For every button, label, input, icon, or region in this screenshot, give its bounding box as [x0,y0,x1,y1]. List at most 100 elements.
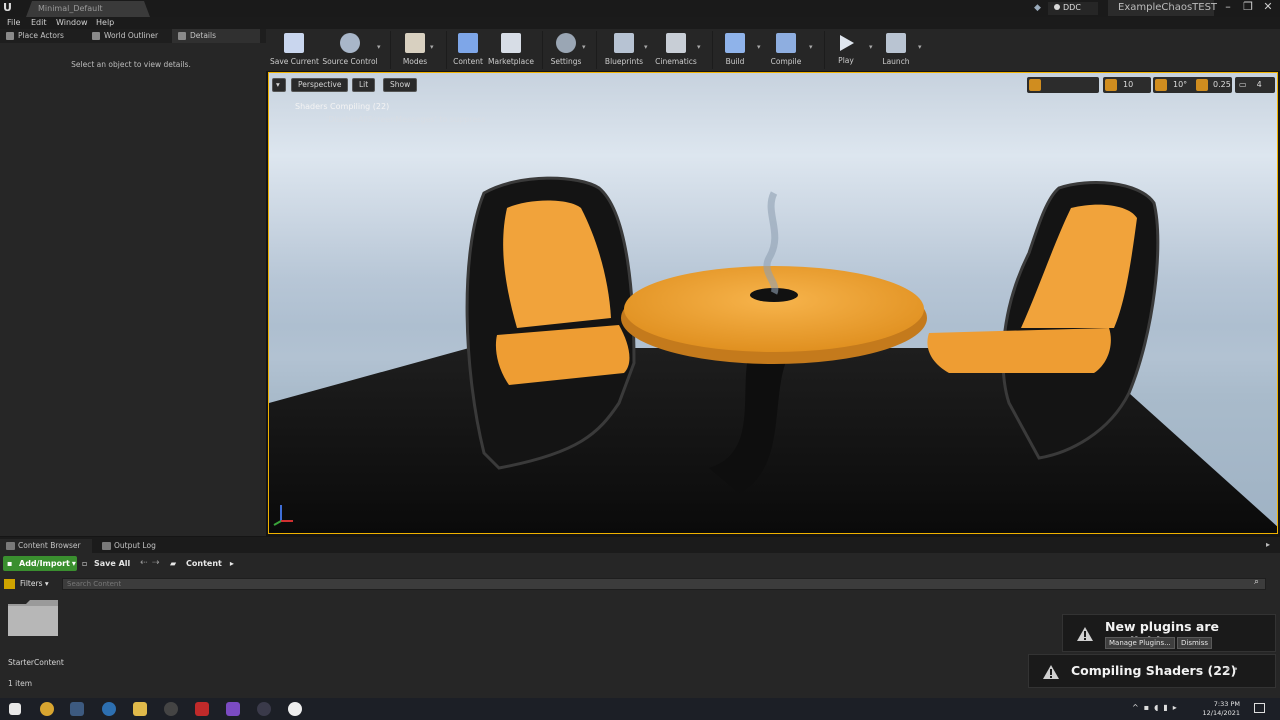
tab-details[interactable]: Details [172,29,260,43]
settings-button[interactable]: Settings [548,31,584,69]
camera-speed[interactable]: ▭ 4 [1235,77,1275,93]
build-button[interactable]: Build [718,31,752,69]
source-control-icon [340,33,360,53]
toolbar-label: Save Current [270,57,319,66]
play-dropdown-icon[interactable]: ▾ [869,43,873,51]
ddc-status[interactable]: DDC [1048,2,1098,15]
content-button[interactable]: Content [450,31,486,69]
save-all-button[interactable]: ▫ Save All [82,556,130,571]
perspective-button[interactable]: Perspective [291,78,349,92]
level-viewport[interactable]: ▾ Perspective Lit Show Shaders Compiling… [268,72,1278,534]
toolbar-label: Source Control [322,57,378,66]
camera-speed-value: 4 [1256,80,1262,89]
shader-compile-message: Shaders Compiling (22) [295,102,390,111]
tab-content-browser[interactable]: Content Browser [0,539,92,553]
cinematics-button[interactable]: Cinematics [654,31,698,69]
breadcrumb-content: Content [186,559,222,568]
unreal-engine-icon[interactable] [288,702,302,716]
filters-button[interactable]: Filters ▾ [4,577,49,590]
compile-button[interactable]: Compile [768,31,804,69]
search-input[interactable]: Search Content [62,578,1266,590]
app-icon[interactable] [195,702,209,716]
close-button[interactable]: ✕ [1260,0,1276,14]
source-control-dropdown-icon[interactable]: ▾ [377,43,381,51]
panel-options-icon[interactable]: ▸ [1266,540,1270,549]
settings-dropdown-icon[interactable]: ▾ [582,43,586,51]
folder-name: StarterContent [8,658,64,667]
obs-icon[interactable] [164,702,178,716]
view-mode-label: Lit [359,80,369,89]
app-icon[interactable] [102,702,116,716]
clock-time: 7:33 PM [1213,700,1240,708]
launch-dropdown-icon[interactable]: ▾ [918,43,922,51]
compile-dropdown-icon[interactable]: ▾ [809,43,813,51]
app-icon[interactable] [257,702,271,716]
modes-button[interactable]: Modes [396,31,434,69]
folder-item[interactable] [8,600,58,636]
document-tab[interactable]: Minimal_Default [26,1,150,17]
launch-button[interactable]: Launch [878,31,914,69]
play-button[interactable]: Play [828,31,864,69]
blueprints-button[interactable]: Blueprints [602,31,646,69]
menu-edit[interactable]: Edit [31,17,47,29]
windows-start-icon[interactable] [9,703,21,715]
cinematics-dropdown-icon[interactable]: ▾ [697,43,701,51]
tab-world-outliner[interactable]: World Outliner [86,29,172,43]
chrome-icon[interactable] [40,702,54,716]
notification-icon[interactable]: ◆ [1034,3,1044,13]
transform-tools[interactable] [1027,77,1099,93]
system-tray-icons[interactable]: ^▪◖▮▸ [1132,703,1182,712]
compiling-shaders-label: Compiling Shaders (22) [1071,663,1237,678]
scale-icon [1196,79,1208,91]
build-dropdown-icon[interactable]: ▾ [757,43,761,51]
play-icon [840,35,854,51]
rotation-snap[interactable]: 10° [1153,77,1197,93]
scale-snap[interactable]: 0.25 [1194,77,1232,93]
back-arrow-icon[interactable]: ⇠ [140,556,148,571]
tab-output-log[interactable]: Output Log [96,539,176,553]
toolbar-label: Content [453,57,483,66]
modes-dropdown-icon[interactable]: ▾ [430,43,434,51]
manage-plugins-button[interactable]: Manage Plugins... [1105,637,1175,649]
ddc-label: DDC [1063,3,1081,12]
place-actors-icon [6,32,14,40]
file-explorer-icon[interactable] [133,702,147,716]
unreal-logo-icon: U [3,1,12,14]
search-icon: ⌕ [1254,577,1260,587]
tray-clock[interactable]: 7:33 PM 12/14/2021 [1196,700,1240,718]
table-centerpiece [763,191,779,295]
project-name: ExampleChaosTEST [1108,0,1217,16]
save-current-button[interactable]: Save Current [270,31,319,69]
show-button[interactable]: Show [383,78,418,92]
blueprints-dropdown-icon[interactable]: ▾ [644,43,648,51]
menu-window[interactable]: Window [56,17,88,29]
compile-icon [776,33,796,53]
tab-place-actors[interactable]: Place Actors [0,29,86,43]
folder-icon [8,600,58,636]
add-import-button[interactable]: ▪ Add/Import ▾ [3,556,77,571]
tab-label: Content Browser [18,541,81,550]
breadcrumb[interactable]: ▰ Content ▸ [168,556,234,571]
dismiss-button[interactable]: Dismiss [1177,637,1213,649]
marketplace-button[interactable]: Marketplace [488,31,534,69]
steam-icon[interactable] [70,702,84,716]
output-log-icon [102,542,111,550]
maximize-button[interactable]: ❐ [1240,0,1256,14]
grid-snap-value: 10 [1123,80,1134,89]
source-control-button[interactable]: Source Control [322,31,378,69]
suppress-message: 'DisableAllScreenMessages' to suppress [326,115,486,124]
toolbar-label: Marketplace [488,57,534,66]
filters-label: Filters [20,579,43,588]
content-icon [458,33,478,53]
minimize-button[interactable]: – [1220,0,1236,14]
menu-help[interactable]: Help [96,17,114,29]
visual-studio-icon[interactable] [226,702,240,716]
sources-toggle-icon [4,579,15,589]
action-center-icon[interactable] [1254,703,1265,713]
lit-button[interactable]: Lit [352,78,376,92]
content-browser-toolbar: ▪ Add/Import ▾ ▫ Save All ⇠ ⇢ ▰ Content ▸ [0,556,1280,572]
grid-snap[interactable]: 10 [1103,77,1151,93]
viewport-options-button[interactable]: ▾ [272,78,286,92]
menu-file[interactable]: File [7,17,20,29]
forward-arrow-icon[interactable]: ⇢ [152,556,160,571]
